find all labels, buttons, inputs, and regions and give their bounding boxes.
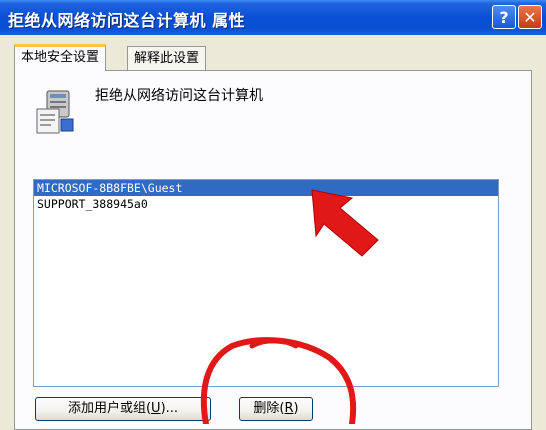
list-item[interactable]: SUPPORT_388945a0 — [34, 196, 498, 212]
close-button[interactable]: ✕ — [518, 5, 542, 29]
list-item[interactable]: MICROSOF-8B8FBE\Guest — [34, 180, 498, 196]
title-bar[interactable]: 拒绝从网络访问这台计算机 属性 ? ✕ — [0, 0, 546, 35]
tab-explain-setting[interactable]: 解释此设置 — [127, 46, 207, 70]
help-button[interactable]: ? — [492, 5, 516, 29]
remove-button-hotkey: R — [284, 401, 294, 416]
policy-name: 拒绝从网络访问这台计算机 — [95, 88, 263, 104]
add-button-label: 添加用户或组 — [67, 401, 146, 416]
remove-button-label: 删除 — [253, 401, 280, 416]
remove-button[interactable]: 删除(R) — [239, 397, 313, 421]
tab-local-security-setting[interactable]: 本地安全设置 — [14, 44, 107, 71]
add-user-or-group-button[interactable]: 添加用户或组(U)... — [35, 397, 211, 421]
tab-panel: 拒绝从网络访问这台计算机 MICROSOF-8B8FBE\Guest SUPPO… — [14, 70, 532, 430]
window-title: 拒绝从网络访问这台计算机 属性 — [8, 11, 246, 30]
user-group-list[interactable]: MICROSOF-8B8FBE\Guest SUPPORT_388945a0 — [33, 179, 499, 387]
add-button-hotkey: U — [151, 401, 161, 416]
add-button-ellipsis: ... — [165, 401, 179, 416]
security-policy-icon — [36, 90, 74, 134]
